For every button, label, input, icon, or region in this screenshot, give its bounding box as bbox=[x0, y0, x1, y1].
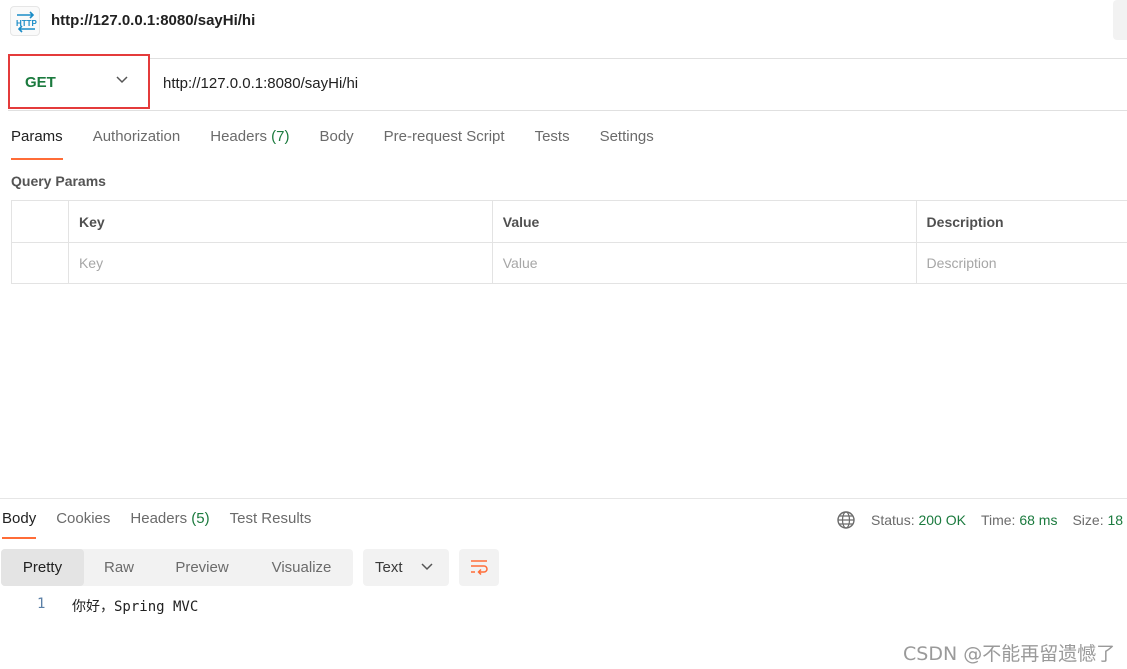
response-headers-count: (5) bbox=[191, 510, 210, 527]
tab-response-headers[interactable]: Headers (5) bbox=[130, 510, 209, 539]
key-input[interactable]: Key bbox=[67, 242, 493, 284]
time-indicator[interactable]: Time: 68 ms bbox=[981, 512, 1058, 528]
response-body-text[interactable]: 你好，Spring MVC bbox=[72, 596, 198, 616]
format-toggle-group: Pretty Raw Preview Visualize bbox=[1, 549, 353, 586]
request-tabs: Params Authorization Headers (7) Body Pr… bbox=[11, 128, 684, 160]
status-indicator[interactable]: Status: 200 OK bbox=[871, 512, 966, 528]
headers-count: (7) bbox=[271, 128, 290, 145]
column-key: Key bbox=[67, 200, 493, 243]
table-header-row: Key Value Description bbox=[11, 200, 1127, 243]
response-divider[interactable] bbox=[0, 498, 1127, 499]
value-input[interactable]: Value bbox=[491, 242, 917, 284]
tab-tests[interactable]: Tests bbox=[535, 128, 570, 160]
tab-response-body[interactable]: Body bbox=[2, 510, 37, 539]
pretty-button[interactable]: Pretty bbox=[1, 549, 84, 586]
preview-button[interactable]: Preview bbox=[154, 549, 250, 586]
line-number: 1 bbox=[37, 596, 46, 612]
row-checkbox-cell[interactable] bbox=[11, 242, 69, 284]
language-label: Text bbox=[375, 559, 403, 576]
svg-text:HTTP: HTTP bbox=[16, 19, 38, 28]
tab-headers[interactable]: Headers (7) bbox=[210, 128, 289, 160]
tab-params[interactable]: Params bbox=[11, 128, 63, 160]
globe-icon[interactable] bbox=[836, 510, 856, 530]
raw-button[interactable]: Raw bbox=[84, 549, 154, 586]
column-value: Value bbox=[491, 200, 917, 243]
chevron-down-icon bbox=[421, 563, 433, 571]
status-value: 200 OK bbox=[918, 512, 966, 528]
tab-test-results[interactable]: Test Results bbox=[230, 510, 312, 539]
response-meta: Status: 200 OK Time: 68 ms Size: 18 bbox=[836, 510, 1127, 530]
size-indicator[interactable]: Size: 18 bbox=[1072, 512, 1123, 528]
method-label: GET bbox=[25, 74, 56, 91]
http-icon: HTTP bbox=[10, 6, 40, 36]
description-input[interactable]: Description bbox=[915, 242, 1127, 284]
tab-pre-request-script[interactable]: Pre-request Script bbox=[384, 128, 505, 160]
query-params-table: Key Value Description Key Value Descript… bbox=[11, 200, 1127, 284]
response-tabs: Body Cookies Headers (5) Test Results bbox=[2, 510, 331, 540]
time-value: 68 ms bbox=[1019, 512, 1058, 528]
chevron-down-icon bbox=[116, 76, 128, 84]
tab-settings[interactable]: Settings bbox=[600, 128, 654, 160]
size-value: 18 bbox=[1107, 512, 1124, 528]
language-select[interactable]: Text bbox=[363, 549, 449, 586]
watermark: CSDN @不能再留遗憾了 bbox=[903, 643, 1116, 665]
url-bar: GET bbox=[8, 54, 1127, 111]
tab-cookies[interactable]: Cookies bbox=[56, 510, 110, 539]
table-row: Key Value Description bbox=[11, 242, 1127, 284]
url-input[interactable] bbox=[163, 75, 1063, 92]
tab-authorization[interactable]: Authorization bbox=[93, 128, 181, 160]
tab-body[interactable]: Body bbox=[319, 128, 353, 160]
request-header: HTTP http://127.0.0.1:8080/sayHi/hi bbox=[0, 0, 1127, 42]
wrap-lines-icon bbox=[471, 560, 488, 576]
request-title[interactable]: http://127.0.0.1:8080/sayHi/hi bbox=[51, 12, 255, 29]
wrap-lines-button[interactable] bbox=[459, 549, 499, 586]
column-description: Description bbox=[915, 200, 1127, 243]
method-select[interactable]: GET bbox=[8, 54, 150, 109]
query-params-title: Query Params bbox=[11, 173, 106, 189]
checkbox-column bbox=[11, 200, 69, 243]
visualize-button[interactable]: Visualize bbox=[250, 549, 353, 586]
toolbar-edge bbox=[1113, 0, 1127, 40]
